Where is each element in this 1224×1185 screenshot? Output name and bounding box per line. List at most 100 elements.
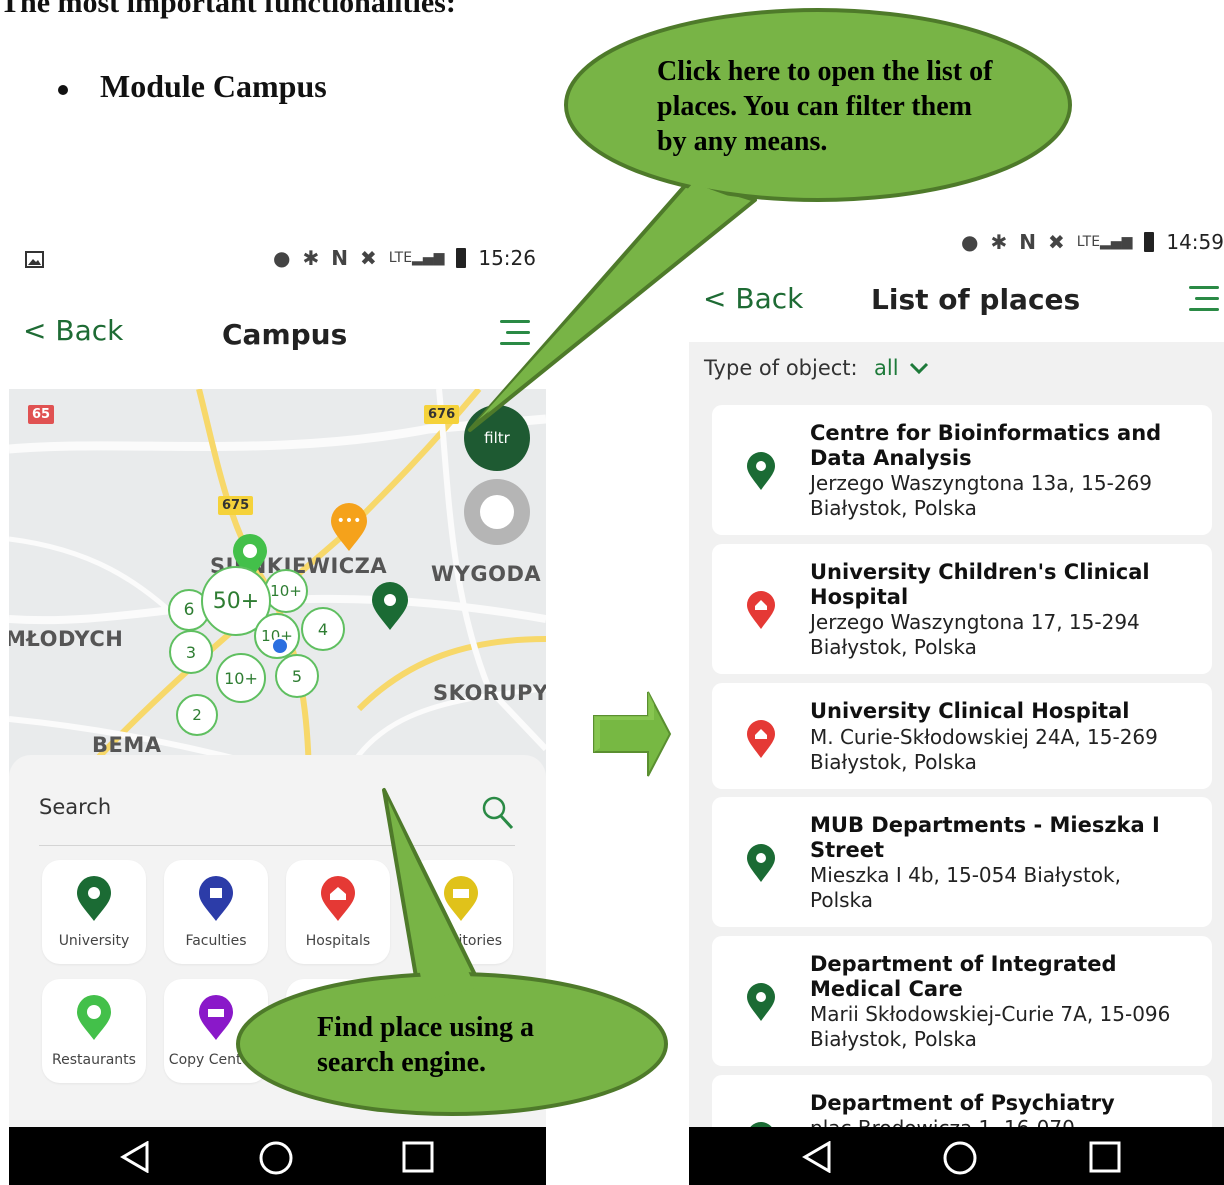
- map-cluster[interactable]: 3: [169, 630, 213, 674]
- locate-me-button[interactable]: [464, 479, 530, 545]
- place-address: Marii Skłodowskiej-Curie 7A, 15-096 Biał…: [810, 1002, 1171, 1051]
- module-bullet: Module Campus: [58, 68, 327, 105]
- faculty-building-icon: [199, 876, 233, 921]
- list-of-places-screen: ● ✱ N ✖ LTE▂▄▆ 14:59 < Back List of plac…: [689, 216, 1224, 1185]
- place-name: University Children's Clinical Hospital: [810, 560, 1150, 609]
- filter-dropdown[interactable]: all: [874, 356, 929, 380]
- nav-home-icon[interactable]: [259, 1141, 293, 1175]
- place-name: MUB Departments - Mieszka I Street: [810, 813, 1160, 862]
- campus-map[interactable]: 65 676 675 SIENKIEWICZA WYGODA MŁODYCH S…: [9, 389, 546, 789]
- page-title: List of places: [871, 283, 1081, 316]
- place-name: Centre for Bioinformatics and Data Analy…: [810, 421, 1162, 470]
- map-cluster[interactable]: 2: [176, 694, 218, 736]
- signal-icon: LTE▂▄▆: [388, 250, 445, 266]
- back-button[interactable]: < Back: [703, 282, 803, 315]
- more-pin-icon[interactable]: •••: [329, 502, 369, 552]
- hospital-pin-icon: [747, 720, 775, 758]
- place-name: Department of Psychiatry: [810, 1091, 1115, 1115]
- mute-icon: ✖: [1048, 230, 1065, 254]
- module-label: Module Campus: [100, 68, 327, 104]
- category-university[interactable]: University: [42, 860, 146, 964]
- bluetooth-icon: ✱: [302, 246, 320, 270]
- category-label: Dormitories: [420, 933, 502, 949]
- nav-recents-icon[interactable]: [1089, 1141, 1121, 1173]
- category-label: Copy Centers: [168, 1052, 264, 1068]
- menu-icon[interactable]: [500, 320, 530, 345]
- place-name: University Clinical Hospital: [810, 699, 1130, 723]
- university-pin-icon[interactable]: [370, 581, 410, 631]
- nav-back-icon[interactable]: [119, 1141, 151, 1173]
- university-pin-icon: [747, 844, 775, 882]
- chevron-down-icon: [910, 362, 929, 375]
- menu-icon[interactable]: [1189, 286, 1219, 311]
- search-input[interactable]: Search: [39, 795, 515, 846]
- category-label: Restaurants: [52, 1052, 136, 1068]
- android-nav-bar: [689, 1127, 1224, 1185]
- nfc-icon: N: [1019, 230, 1037, 254]
- location-icon: ●: [273, 246, 291, 270]
- bullet-dot: [58, 84, 68, 95]
- place-address: M. Curie-Skłodowskiej 24A, 15-269 Białys…: [810, 725, 1158, 774]
- dormitory-icon: [444, 876, 478, 921]
- nav-home-icon[interactable]: [943, 1141, 977, 1175]
- filter-button[interactable]: filtr: [464, 405, 530, 471]
- restaurant-icon: [77, 995, 111, 1040]
- place-address: Jerzego Waszyngtona 17, 15-294 Białystok…: [810, 610, 1140, 659]
- hospital-pin-icon: [747, 591, 775, 629]
- back-button[interactable]: < Back: [23, 314, 123, 347]
- nav-recents-icon[interactable]: [402, 1141, 434, 1173]
- callout-bottom-text: Find place using a search engine.: [317, 1012, 535, 1078]
- road-badge: 65: [28, 405, 55, 424]
- category-label: University: [58, 933, 130, 949]
- location-icon: ●: [961, 230, 979, 254]
- map-label: BEMA: [92, 733, 162, 757]
- app-bar: < Back Campus: [9, 308, 546, 368]
- university-pin-icon: [747, 983, 775, 1021]
- bluetooth-icon: ✱: [990, 230, 1008, 254]
- place-address: Mieszka I 4b, 15-054 Białystok, Polska: [810, 863, 1121, 912]
- nav-back-icon[interactable]: [801, 1141, 833, 1173]
- hospital-icon: [321, 876, 355, 921]
- road-badge: 675: [218, 496, 254, 515]
- page-title: Campus: [222, 318, 348, 351]
- arrow-right-icon: [593, 691, 672, 777]
- battery-icon: [456, 248, 467, 268]
- status-bar: ● ✱ N ✖ LTE▂▄▆ 14:59: [689, 216, 1224, 272]
- map-cluster[interactable]: 10+: [264, 569, 308, 613]
- category-restaurants[interactable]: Restaurants: [42, 979, 146, 1083]
- android-nav-bar: [9, 1127, 546, 1185]
- app-bar: < Back List of places: [689, 272, 1224, 342]
- status-bar: ● ✱ N ✖ LTE▂▄▆ 15:26: [9, 232, 546, 288]
- place-card[interactable]: Department of Integrated Medical Care Ma…: [712, 936, 1212, 1066]
- battery-icon: [1144, 232, 1155, 252]
- category-dormitories[interactable]: Dormitories: [409, 860, 513, 964]
- category-copy-centers[interactable]: Copy Centers: [164, 979, 268, 1083]
- printer-icon: [199, 995, 233, 1040]
- svg-text:•••: •••: [337, 513, 362, 529]
- mute-icon: ✖: [360, 246, 377, 270]
- gallery-notification-icon: [25, 251, 44, 268]
- filter-value: all: [874, 356, 899, 380]
- status-time: 15:26: [478, 246, 536, 270]
- map-cluster[interactable]: 5: [275, 654, 319, 698]
- search-icon[interactable]: [481, 795, 515, 831]
- place-address: Jerzego Waszyngtona 13a, 15-269 Białysto…: [810, 471, 1153, 520]
- place-card[interactable]: Centre for Bioinformatics and Data Analy…: [712, 405, 1212, 535]
- road-badge: 676: [424, 405, 460, 424]
- document-heading: The most important functionalities:: [0, 0, 456, 19]
- map-cluster[interactable]: 10+: [216, 653, 266, 703]
- map-cluster[interactable]: 4: [301, 607, 345, 651]
- current-location-dot: [271, 637, 289, 655]
- university-pin-icon: [747, 452, 775, 490]
- category-faculties[interactable]: Faculties: [164, 860, 268, 964]
- category-hospitals[interactable]: Hospitals: [286, 860, 390, 964]
- map-label: MŁODYCH: [9, 627, 124, 651]
- status-time: 14:59: [1166, 230, 1224, 254]
- place-card[interactable]: University Clinical Hospital M. Curie-Sk…: [712, 683, 1212, 789]
- filter-label: Type of object:: [704, 356, 858, 380]
- university-icon: [77, 876, 111, 921]
- place-card[interactable]: University Children's Clinical Hospital …: [712, 544, 1212, 674]
- category-label: Hospitals: [305, 933, 371, 949]
- type-filter: Type of object: all: [689, 342, 1224, 394]
- place-card[interactable]: MUB Departments - Mieszka I Street Miesz…: [712, 797, 1212, 927]
